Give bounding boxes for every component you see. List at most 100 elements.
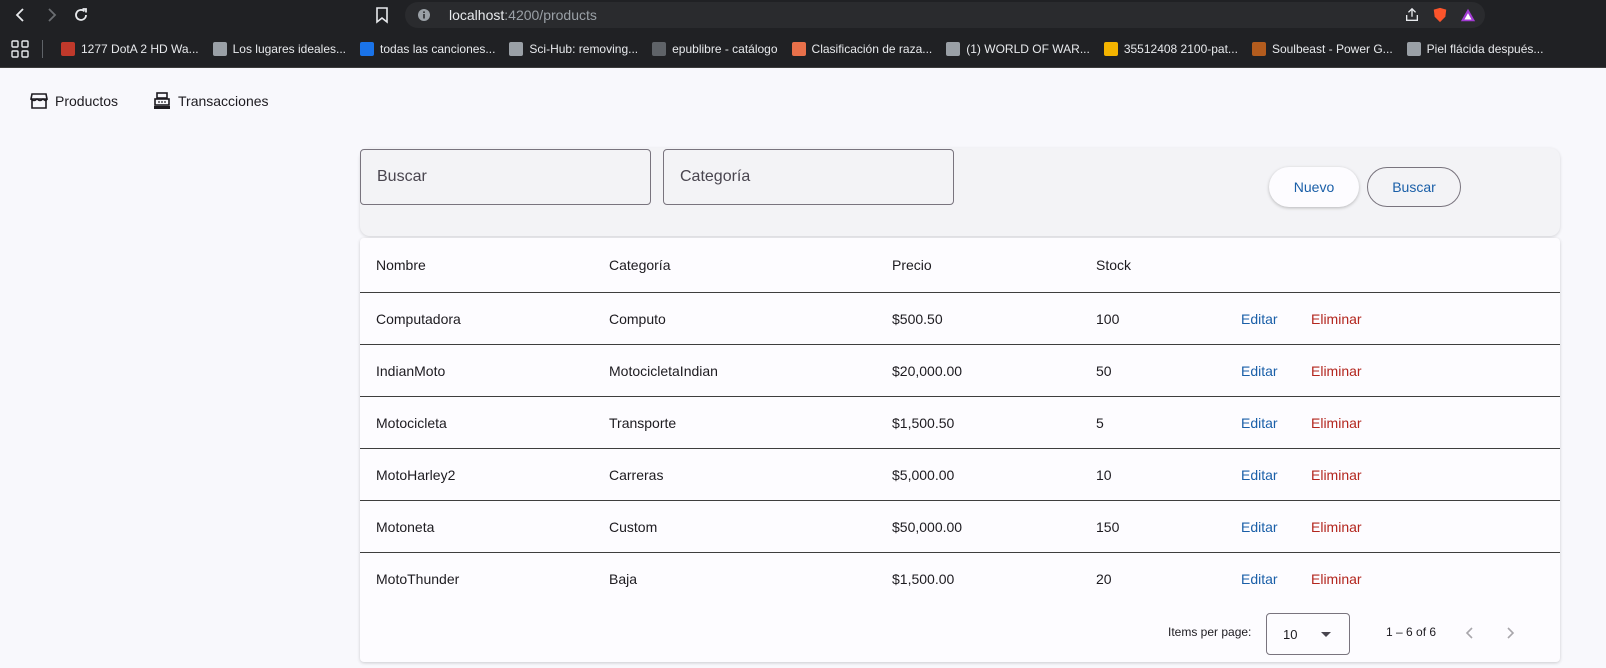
nav-link-products-label: Productos — [55, 93, 119, 109]
delete-button[interactable]: Eliminar — [1311, 501, 1362, 552]
bookmark-page-icon[interactable] — [373, 5, 391, 25]
table-row: IndianMoto MotocicletaIndian $20,000.00 … — [360, 345, 1560, 397]
bookmark-item[interactable]: Clasificación de raza... — [791, 41, 933, 56]
search-button-label: Buscar — [1392, 179, 1436, 195]
bookmark-label: epublibre - catálogo — [672, 41, 778, 56]
app-navigation: Productos Transacciones — [0, 68, 1606, 138]
reload-button[interactable] — [70, 4, 92, 26]
page-size-select[interactable]: 10 — [1266, 613, 1350, 655]
table-row: Motoneta Custom $50,000.00 150 Editar El… — [360, 501, 1560, 553]
forward-button[interactable] — [40, 4, 62, 26]
url-path: :4200/products — [504, 7, 597, 23]
reload-icon — [75, 8, 87, 21]
items-per-page-label: Items per page: — [1168, 625, 1252, 639]
bookmark-item[interactable]: todas las canciones... — [360, 41, 496, 56]
apps-grid-icon[interactable] — [10, 39, 30, 59]
delete-button[interactable]: Eliminar — [1311, 293, 1362, 344]
row-stock: 150 — [1096, 518, 1120, 535]
filter-toolbar: Buscar Categoría Nuevo Buscar — [360, 148, 1560, 236]
dropdown-caret-icon — [1321, 632, 1331, 637]
category-input[interactable]: Categoría — [663, 149, 954, 205]
row-stock: 10 — [1096, 466, 1112, 483]
bookmark-favicon-icon — [946, 41, 961, 56]
bookmark-item[interactable]: epublibre - catálogo — [652, 41, 778, 56]
row-stock: 5 — [1096, 414, 1104, 431]
edit-button[interactable]: Editar — [1241, 345, 1278, 396]
row-stock: 100 — [1096, 310, 1120, 327]
back-button[interactable] — [10, 4, 32, 26]
row-category: Baja — [609, 571, 638, 587]
header-name: Nombre — [376, 257, 426, 273]
delete-button[interactable]: Eliminar — [1311, 449, 1362, 500]
search-button[interactable]: Buscar — [1367, 167, 1461, 207]
table-row: Motocicleta Transporte $1,500.50 5 Edita… — [360, 397, 1560, 449]
edit-button[interactable]: Editar — [1241, 553, 1278, 605]
row-name: MotoHarley2 — [376, 466, 456, 483]
address-bar[interactable]: localhost:4200/products — [405, 2, 1485, 28]
row-category: Carreras — [609, 466, 664, 483]
bookmark-label: Clasificación de raza... — [811, 41, 933, 56]
delete-button[interactable]: Eliminar — [1311, 397, 1362, 448]
bookmark-favicon-icon — [652, 41, 667, 56]
bookmarks-bar: 1277 DotA 2 HD Wa... Los lugares ideales… — [0, 30, 1606, 68]
bookmark-label: Sci-Hub: removing... — [529, 41, 639, 56]
bookmark-favicon-icon — [791, 41, 806, 56]
header-price: Precio — [892, 257, 932, 273]
row-stock: 20 — [1096, 571, 1112, 587]
bookmark-item[interactable]: 35512408 2100-pat... — [1103, 41, 1238, 56]
url-text[interactable]: localhost:4200/products — [449, 7, 597, 23]
table-row: MotoThunder Baja $1,500.00 20 Editar Eli… — [360, 553, 1560, 605]
new-product-button-label: Nuevo — [1293, 179, 1335, 195]
bookmark-label: 35512408 2100-pat... — [1123, 41, 1238, 56]
bookmark-label: (1) WORLD OF WAR... — [966, 41, 1090, 56]
bookmark-item[interactable]: Piel flácida después... — [1406, 41, 1543, 56]
page-range-label: 1 – 6 of 6 — [1386, 625, 1437, 639]
nav-link-transactions[interactable]: Transacciones — [152, 86, 269, 116]
cash-register-icon — [154, 92, 170, 109]
forward-arrow-icon — [48, 8, 57, 22]
next-page-button[interactable] — [1496, 619, 1524, 647]
delete-button[interactable]: Eliminar — [1311, 345, 1362, 396]
bookmark-favicon-icon — [1251, 41, 1266, 56]
bookmark-item[interactable]: (1) WORLD OF WAR... — [946, 41, 1090, 56]
brave-rewards-icon[interactable] — [1459, 6, 1477, 24]
row-name: Computadora — [376, 310, 461, 327]
new-product-button[interactable]: Nuevo — [1269, 167, 1359, 207]
row-price: $1,500.00 — [892, 571, 955, 587]
row-name: Motocicleta — [376, 414, 447, 431]
bookmark-favicon-icon — [509, 41, 524, 56]
edit-button[interactable]: Editar — [1241, 397, 1278, 448]
bookmark-item[interactable]: Soulbeast - Power G... — [1251, 41, 1393, 56]
row-category: Computo — [609, 310, 666, 327]
share-icon[interactable] — [1403, 6, 1421, 24]
edit-button[interactable]: Editar — [1241, 501, 1278, 552]
chevron-left-icon — [1465, 627, 1473, 639]
previous-page-button[interactable] — [1456, 619, 1484, 647]
brave-shield-icon[interactable] — [1431, 6, 1449, 24]
site-info-icon[interactable] — [417, 8, 431, 22]
bookmark-label: todas las canciones... — [380, 41, 496, 56]
row-stock: 50 — [1096, 362, 1112, 379]
bookmark-favicon-icon — [212, 41, 227, 56]
row-name: IndianMoto — [376, 362, 446, 379]
edit-button[interactable]: Editar — [1241, 293, 1278, 344]
search-input[interactable]: Buscar — [360, 149, 651, 205]
row-price: $50,000.00 — [892, 518, 963, 535]
header-category: Categoría — [609, 257, 671, 273]
nav-link-products[interactable]: Productos — [29, 86, 118, 116]
bookmark-favicon-icon — [1103, 41, 1118, 56]
page-size-value: 10 — [1283, 626, 1298, 642]
back-arrow-icon — [15, 8, 24, 22]
bookmark-item[interactable]: Sci-Hub: removing... — [509, 41, 639, 56]
edit-button[interactable]: Editar — [1241, 449, 1278, 500]
delete-button[interactable]: Eliminar — [1311, 553, 1362, 605]
search-input-placeholder: Buscar — [377, 168, 427, 185]
row-price: $20,000.00 — [892, 362, 963, 379]
bookmarks-separator — [42, 39, 43, 58]
category-input-placeholder: Categoría — [680, 168, 751, 185]
store-icon — [30, 93, 48, 109]
bookmark-item[interactable]: Los lugares ideales... — [212, 41, 346, 56]
bookmark-item[interactable]: 1277 DotA 2 HD Wa... — [61, 41, 199, 56]
url-host: localhost — [449, 7, 505, 23]
table-row: Computadora Computo $500.50 100 Editar E… — [360, 293, 1560, 345]
